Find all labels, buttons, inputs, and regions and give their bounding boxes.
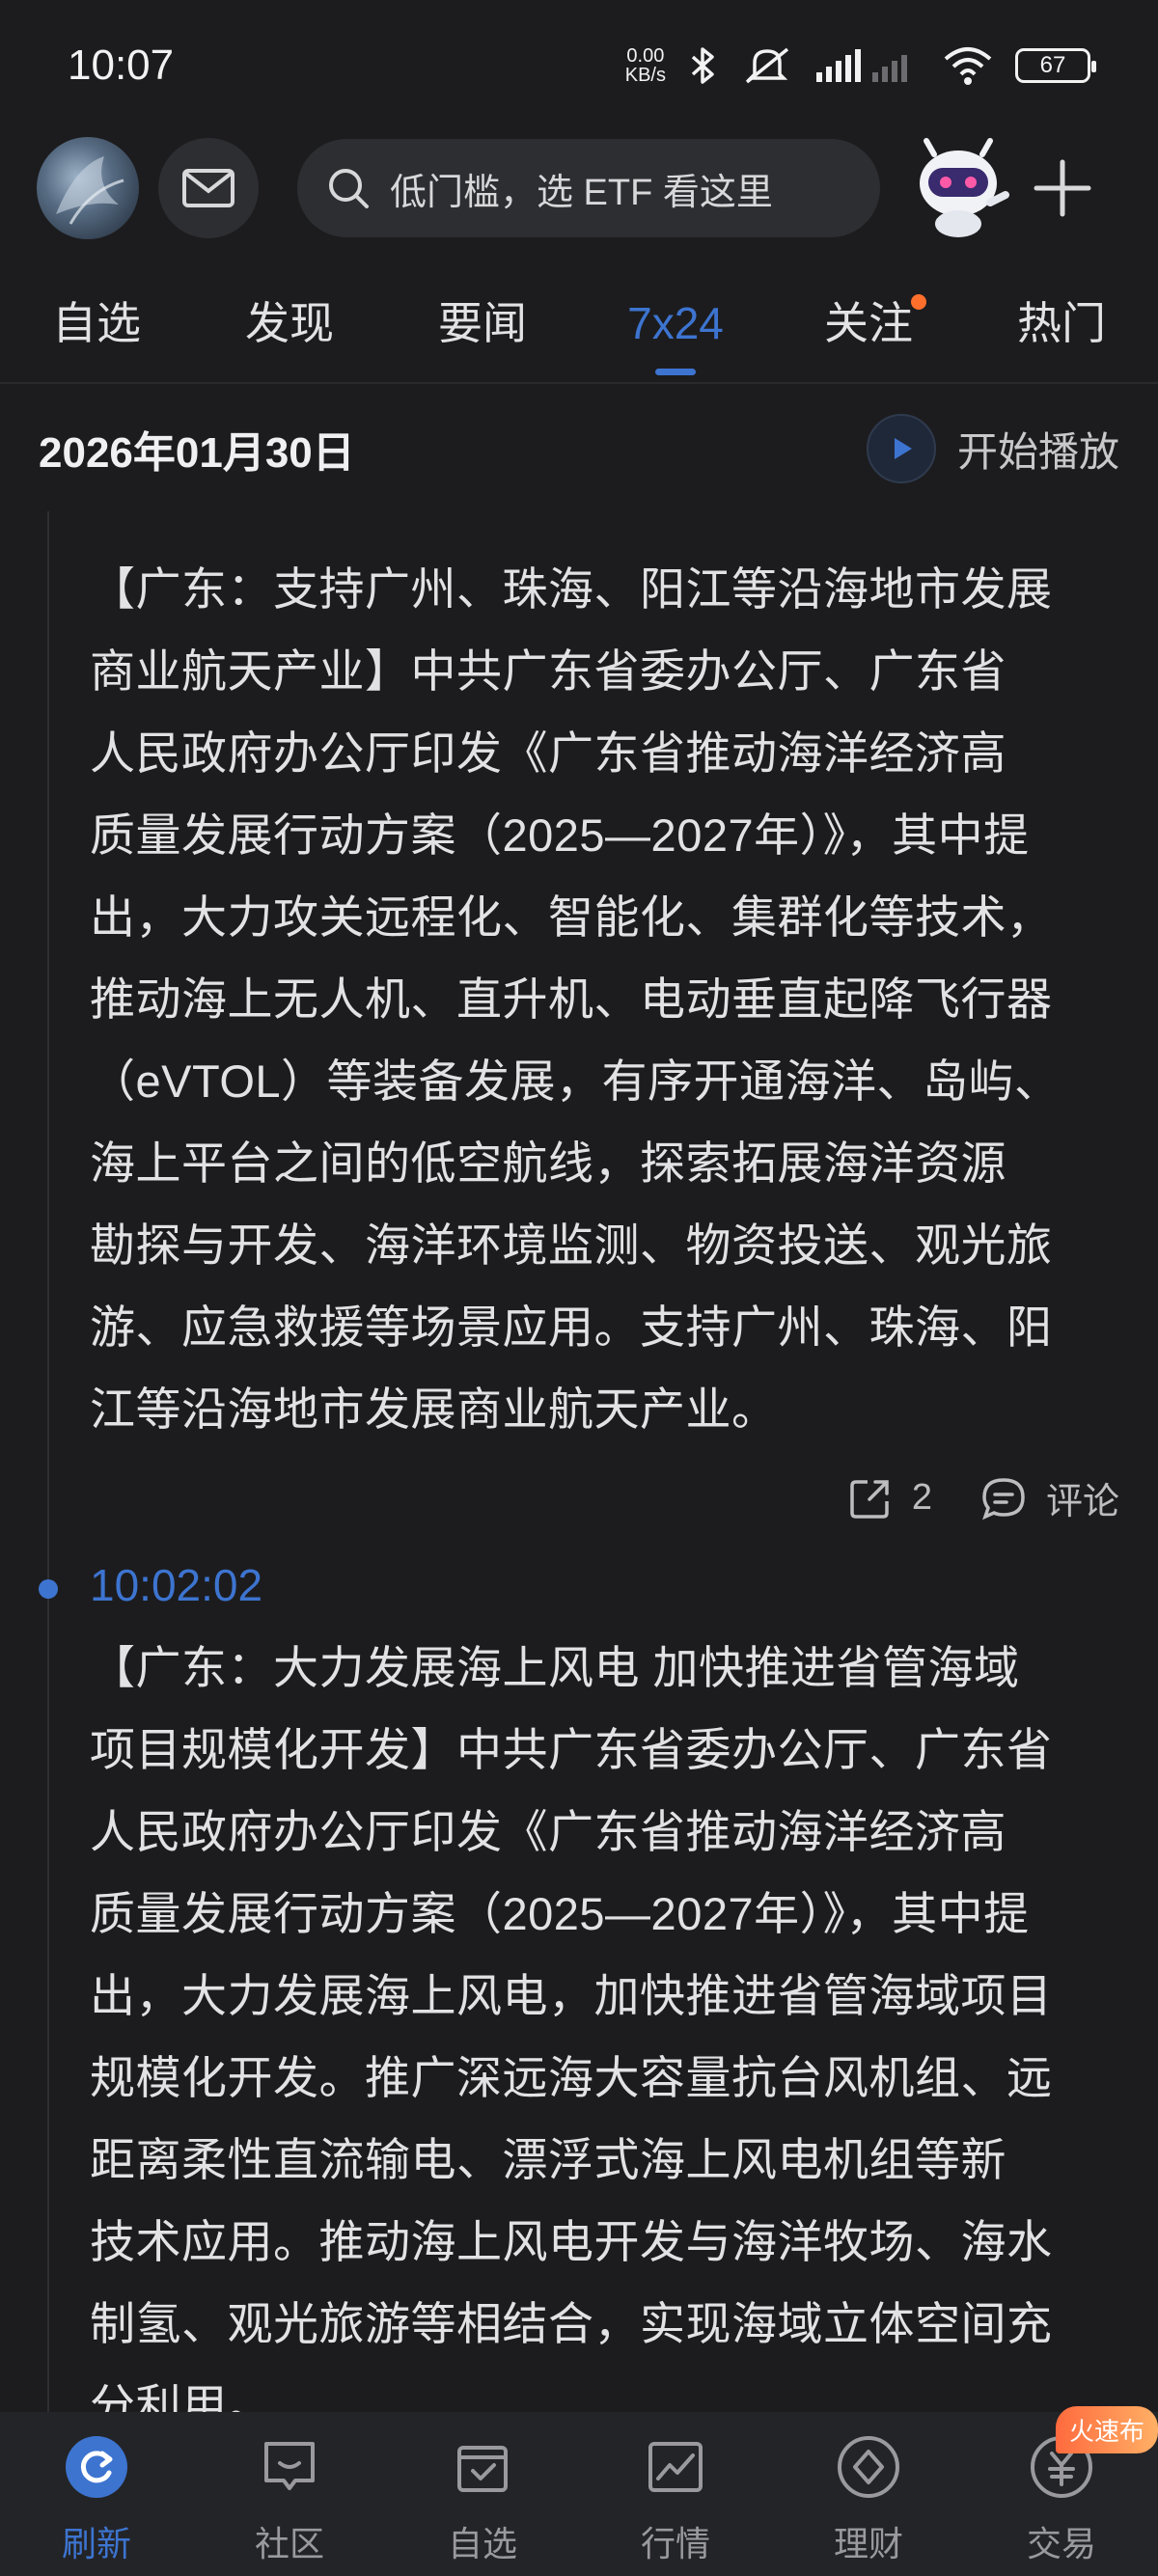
mail-icon: [182, 169, 234, 207]
battery-indicator: 67: [1015, 47, 1096, 83]
nav-trade[interactable]: 火速布 交易: [965, 2406, 1158, 2566]
signal-icon: [816, 48, 907, 82]
avatar-image: [56, 156, 124, 225]
nav-wealth[interactable]: 理财: [772, 2433, 965, 2566]
status-time: 10:07: [68, 41, 175, 89]
search-bar[interactable]: 低门槛，选 ETF 看这里: [297, 139, 880, 237]
news-line: 距离柔性直流输电、漂浮式海上风电机组等新: [90, 2134, 1006, 2185]
robot-mascot-icon[interactable]: [905, 135, 1011, 241]
nav-watchlist[interactable]: 自选: [386, 2433, 579, 2566]
news-line: 规模化开发。推广深远海大容量抗台风机组、远: [90, 2052, 1053, 2103]
wealth-icon: [835, 2433, 902, 2501]
tab-headlines[interactable]: 要闻: [386, 265, 579, 381]
news-item-2-time: 10:02:02: [90, 1560, 263, 1610]
nav-refresh-label: 刷新: [61, 2524, 131, 2563]
news-line: 勘探与开发、海洋环境监测、物资投送、观光旅: [90, 1219, 1053, 1271]
nav-community-label: 社区: [254, 2524, 324, 2563]
news-line: 游、应急救援等场景应用。支持广州、珠海、阳: [90, 1302, 1053, 1353]
timeline-line: [47, 511, 49, 2412]
tab-7x24[interactable]: 7x24: [579, 265, 772, 381]
nav-community[interactable]: 社区: [193, 2433, 386, 2566]
news-line: 【广东：支持广州、珠海、阳江等沿海地市发展: [90, 563, 1053, 615]
tab-discover[interactable]: 发现: [193, 265, 386, 381]
news-line: 江等沿海地市发展商业航天产业。: [90, 1384, 778, 1435]
news-line: （eVTOL）等装备发展，有序开通海洋、岛屿、: [90, 1055, 1061, 1107]
community-icon: [256, 2433, 323, 2501]
news-line: 人民政府办公厅印发《广东省推动海洋经济高: [90, 1806, 1006, 1857]
net-speed-unit: KB/s: [624, 64, 666, 86]
play-button[interactable]: [866, 414, 936, 483]
top-bar: 低门槛，选 ETF 看这里: [0, 130, 1158, 246]
search-placeholder: 低门槛，选 ETF 看这里: [390, 172, 773, 213]
tab-hot[interactable]: 热门: [965, 265, 1158, 381]
news-line: 人民政府办公厅印发《广东省推动海洋经济高: [90, 727, 1006, 779]
share-button[interactable]: 2: [848, 1476, 932, 1521]
bottom-nav: 刷新 社区 自选 行情 理财 火速布 交易: [0, 2406, 1158, 2576]
share-icon: [850, 1479, 889, 1519]
news-item-1-actions: 2 评论: [848, 1471, 1119, 1524]
news-line: 质量发展行动方案（2025—2027年）》，其中提: [90, 1888, 1030, 1939]
news-line: 质量发展行动方案（2025—2027年）》，其中提: [90, 809, 1030, 861]
robot-mascot-image: [920, 138, 1009, 237]
start-playback-button[interactable]: 开始播放: [866, 414, 1119, 483]
tabs-divider: [0, 382, 1158, 384]
news-line: 海上平台之间的低空航线，探索拓展海洋资源: [90, 1137, 1006, 1189]
avatar[interactable]: [37, 137, 139, 239]
status-icons: 0.00 KB/s 67: [625, 45, 1096, 86]
news-item-2-text[interactable]: 【广东：大力发展海上风电 加快推进省管海域 项目规模化开发】中共广东省委办公厅、…: [90, 1627, 1132, 2412]
comment-label: 评论: [1045, 1482, 1119, 1522]
search-icon: [329, 169, 369, 208]
promo-badge[interactable]: 火速布: [1055, 2406, 1158, 2453]
nav-wealth-label: 理财: [833, 2524, 903, 2563]
nav-market-label: 行情: [640, 2524, 710, 2563]
date-label: 2026年01月30日: [39, 429, 355, 477]
notification-dot: [911, 294, 926, 310]
nav-watchlist-label: 自选: [447, 2524, 517, 2563]
comment-icon: [982, 1477, 1025, 1520]
tab-follow[interactable]: 关注: [772, 265, 965, 381]
timeline-dot: [39, 1579, 58, 1599]
tab-bar: 自选 发现 要闻 7x24 关注 热门: [0, 265, 1158, 381]
share-count: 2: [911, 1477, 932, 1518]
news-line: 技术应用。推动海上风电开发与海洋牧场、海水: [90, 2216, 1053, 2267]
refresh-icon: [63, 2433, 130, 2501]
tab-watchlist[interactable]: 自选: [0, 265, 193, 381]
news-item-1-text[interactable]: 【广东：支持广州、珠海、阳江等沿海地市发展 商业航天产业】中共广东省委办公厅、广…: [90, 548, 1132, 1450]
add-button[interactable]: [1031, 156, 1094, 220]
news-line: 出，大力攻关远程化、智能化、集群化等技术，: [90, 891, 1053, 943]
nav-refresh[interactable]: 刷新: [0, 2433, 193, 2566]
nav-trade-label: 交易: [1026, 2524, 1096, 2563]
mute-icon: [745, 47, 789, 83]
news-feed: 【广东：支持广州、珠海、阳江等沿海地市发展 商业航天产业】中共广东省委办公厅、广…: [0, 511, 1158, 2412]
news-line: 分利用。: [90, 2380, 273, 2412]
date-bar: 2026年01月30日 开始播放: [0, 386, 1158, 511]
nav-market[interactable]: 行情: [579, 2433, 772, 2566]
news-line: 出，大力发展海上风电，加快推进省管海域项目: [90, 1970, 1053, 2021]
net-speed-value: 0.00: [626, 44, 665, 67]
news-line: 推动海上无人机、直升机、电动垂直起降飞行器: [90, 973, 1053, 1025]
news-line: 制氢、观光旅游等相结合，实现海域立体空间充: [90, 2298, 1053, 2349]
play-icon: [894, 438, 912, 459]
news-line: 项目规模化开发】中共广东省委办公厅、广东省: [90, 1724, 1053, 1775]
message-button[interactable]: [158, 138, 259, 238]
market-icon: [642, 2433, 709, 2501]
wifi-icon: [944, 46, 992, 85]
tab-follow-label: 关注: [824, 298, 913, 348]
watchlist-icon: [449, 2433, 516, 2501]
bluetooth-icon: [691, 46, 714, 84]
plus-icon: [1034, 159, 1091, 217]
net-speed: 0.00 KB/s: [625, 46, 666, 85]
news-line: 【广东：大力发展海上风电 加快推进省管海域: [90, 1642, 1020, 1693]
comment-button[interactable]: 评论: [980, 1471, 1119, 1524]
status-bar: 10:07 0.00 KB/s 67: [0, 0, 1158, 130]
play-label: 开始播放: [956, 428, 1119, 475]
news-line: 商业航天产业】中共广东省委办公厅、广东省: [90, 645, 1006, 697]
